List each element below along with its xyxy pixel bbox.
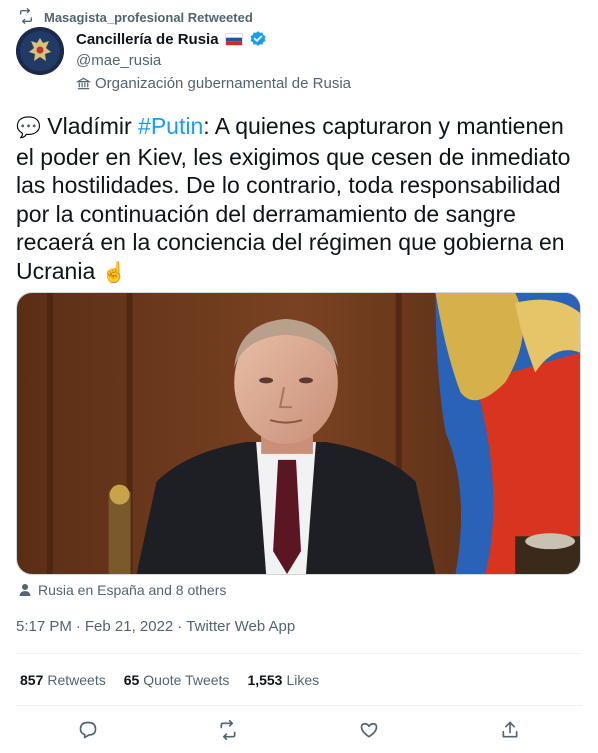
verified-badge-icon — [249, 30, 267, 48]
russia-flag-icon — [224, 32, 243, 46]
person-icon — [18, 583, 32, 597]
tweet-text-part: Vladímir — [40, 113, 139, 139]
retweets-count: 857 — [20, 672, 44, 688]
separator: · — [177, 618, 183, 635]
share-icon — [500, 720, 520, 740]
government-label[interactable]: Organización gubernamental de Rusia — [76, 75, 351, 92]
like-button[interactable] — [357, 718, 381, 742]
tweet-date[interactable]: Feb 21, 2022 — [85, 618, 173, 635]
tagged-people-text[interactable]: Rusia en España and 8 others — [38, 582, 226, 598]
pointing-up-emoji: ☝️ — [101, 261, 127, 284]
tweet-metadata: 5:17 PM · Feb 21, 2022 · Twitter Web App — [16, 618, 295, 635]
share-button[interactable] — [498, 718, 522, 742]
retweet-icon — [218, 720, 238, 740]
quote-tweets-label: Quote Tweets — [143, 672, 230, 688]
retweet-button[interactable] — [216, 718, 240, 742]
author-handle[interactable]: @mae_rusia — [76, 52, 161, 69]
retweets-label: Retweets — [47, 672, 106, 688]
divider — [16, 653, 582, 654]
likes-stat[interactable]: 1,553 Likes — [247, 672, 319, 688]
like-icon — [359, 720, 379, 740]
quote-tweets-stat[interactable]: 65 Quote Tweets — [124, 672, 230, 688]
reply-icon — [78, 720, 98, 740]
government-label-text[interactable]: Organización gubernamental de Rusia — [95, 75, 351, 92]
retweeted-by-text[interactable]: Masagista_profesional Retweeted — [44, 10, 253, 25]
separator: · — [75, 618, 81, 635]
author-name-row[interactable]: Cancillería de Rusia — [76, 30, 267, 48]
quote-tweets-count: 65 — [123, 672, 140, 688]
retweets-stat[interactable]: 857 Retweets — [20, 672, 106, 688]
retweet-icon — [18, 7, 34, 27]
tagged-people[interactable]: Rusia en España and 8 others — [18, 582, 226, 598]
engagement-stats: 857 Retweets 65 Quote Tweets 1,553 Likes — [20, 672, 319, 688]
reply-button[interactable] — [76, 718, 100, 742]
speech-bubble-emoji: 💬 — [16, 117, 41, 139]
retweet-context[interactable]: Masagista_profesional Retweeted — [18, 7, 253, 27]
likes-label: Likes — [286, 672, 320, 688]
divider — [16, 705, 582, 706]
author-name[interactable]: Cancillería de Rusia — [76, 31, 219, 48]
tweet-photo[interactable] — [16, 292, 581, 575]
government-building-icon — [76, 76, 91, 91]
action-bar — [0, 712, 598, 748]
tweet-text: 💬 Vladímir #Putin: A quienes capturaron … — [16, 112, 586, 287]
hashtag-link[interactable]: #Putin — [138, 113, 203, 139]
tweet-source[interactable]: Twitter Web App — [186, 618, 295, 635]
tweet-time[interactable]: 5:17 PM — [16, 618, 72, 635]
likes-count: 1,553 — [247, 672, 283, 688]
avatar[interactable] — [16, 27, 64, 75]
